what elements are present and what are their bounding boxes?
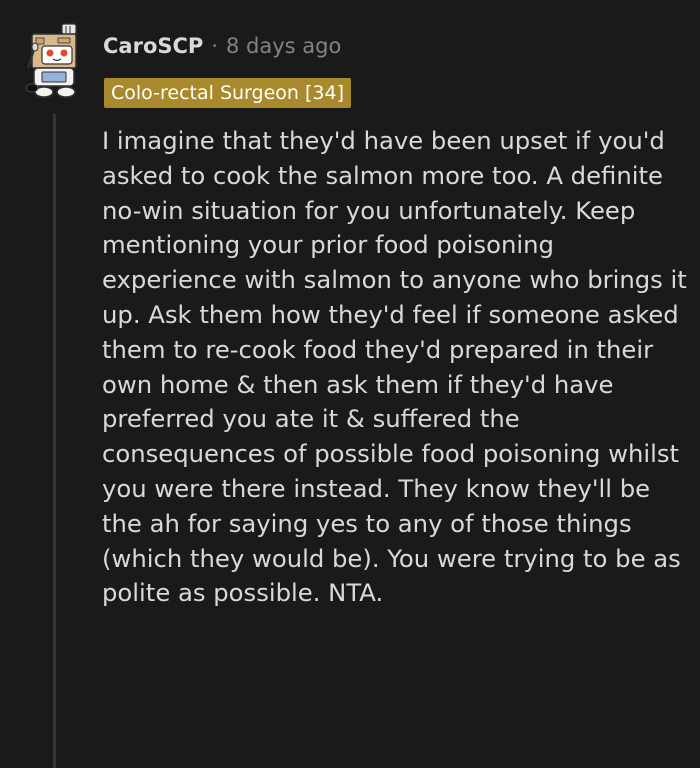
- comment: CaroSCP · 8 days ago Colo-rectal Surgeon…: [0, 0, 700, 768]
- comment-header: CaroSCP · 8 days ago: [103, 34, 341, 58]
- thread-collapse-line[interactable]: [53, 114, 56, 768]
- comment-body: I imagine that they'd have been upset if…: [102, 126, 687, 608]
- user-flair: Colo-rectal Surgeon [34]: [104, 78, 351, 108]
- username-link[interactable]: CaroSCP: [103, 34, 203, 58]
- meta-separator: ·: [211, 34, 218, 58]
- snoo-avatar-icon: [25, 23, 77, 98]
- timestamp[interactable]: 8 days ago: [226, 34, 341, 58]
- user-avatar[interactable]: [20, 22, 92, 100]
